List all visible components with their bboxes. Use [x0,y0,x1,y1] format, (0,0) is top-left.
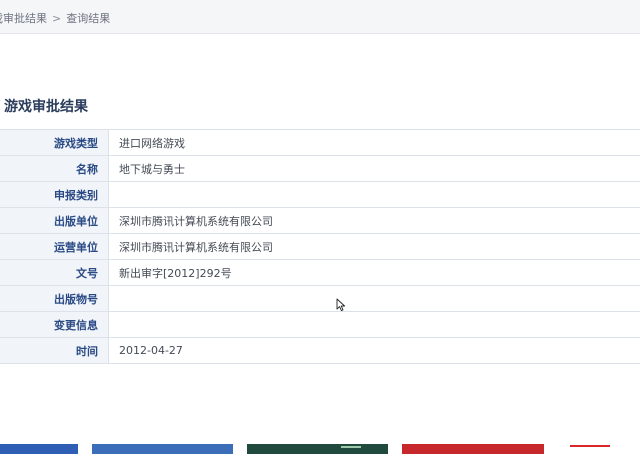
banner-card[interactable] [247,444,388,454]
banner-card[interactable] [0,444,78,454]
row-value-name: 地下城与勇士 [119,162,185,176]
table-row: 变更信息 [0,311,640,338]
row-label-publisher: 出版单位 [0,207,109,234]
breadcrumb-item-approval-results[interactable]: 戏审批结果 [0,12,47,25]
table-row: 出版单位 深圳市腾讯计算机系统有限公司 [0,207,640,234]
breadcrumb: 戏审批结果 > 查询结果 [0,10,110,26]
row-value-declaration-category [109,182,640,208]
row-value-operator: 深圳市腾讯计算机系统有限公司 [119,240,273,254]
row-value-change-info [109,312,640,338]
section-title: 游戏审批结果 [4,99,88,115]
row-label-name: 名称 [0,155,109,182]
table-row: 名称 地下城与勇士 [0,155,640,182]
row-label-declaration-category: 申报类别 [0,181,109,208]
row-label-operator: 运营单位 [0,233,109,260]
row-label-date: 时间 [0,337,109,364]
banner-card[interactable] [560,444,640,454]
row-value-publisher: 深圳市腾讯计算机系统有限公司 [119,214,273,228]
table-row: 运营单位 深圳市腾讯计算机系统有限公司 [0,233,640,260]
top-bar: 戏审批结果 > 查询结果 [0,0,640,34]
table-row: 游戏类型 进口网络游戏 [0,129,640,156]
banner-card[interactable] [92,444,233,454]
row-label-publication-number: 出版物号 [0,285,109,312]
row-label-change-info: 变更信息 [0,311,109,338]
breadcrumb-item-query-results: 查询结果 [66,12,111,25]
row-value-document-number: 新出审字[2012]292号 [119,266,232,280]
table-row: 申报类别 [0,181,640,208]
row-label-game-type: 游戏类型 [0,129,109,156]
row-value-date: 2012-04-27 [119,344,183,357]
table-row: 出版物号 [0,285,640,312]
table-row: 时间 2012-04-27 [0,337,640,364]
breadcrumb-separator: > [52,12,62,25]
row-value-game-type: 进口网络游戏 [119,136,185,150]
banner-strip [0,444,640,454]
mouse-pointer-icon [336,298,346,312]
row-value-publication-number [109,286,640,312]
approval-info-table: 游戏类型 进口网络游戏 名称 地下城与勇士 申报类别 出版单位 深圳市腾讯计算机… [0,129,640,364]
page: 戏审批结果 > 查询结果 游戏审批结果 游戏类型 进口网络游戏 名称 地下城与勇士 … [0,0,640,454]
row-label-document-number: 文号 [0,259,109,286]
banner-card[interactable] [402,444,544,454]
banner-decoration [570,445,610,454]
table-row: 文号 新出审字[2012]292号 [0,259,640,286]
banner-decoration [341,446,361,448]
